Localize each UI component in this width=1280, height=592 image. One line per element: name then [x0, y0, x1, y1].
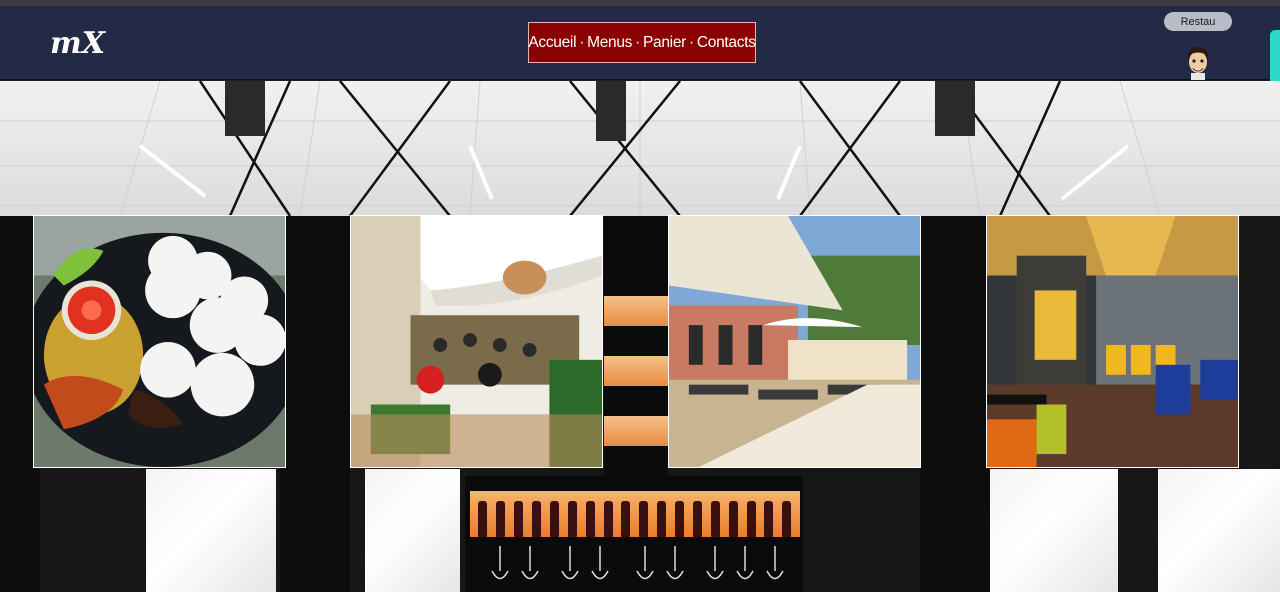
wine-glasses [491, 546, 784, 580]
restaurant-terrace-photo[interactable] [350, 215, 603, 468]
site-logo[interactable]: mX [48, 23, 112, 63]
bottle-row [470, 491, 800, 537]
nav-home-link[interactable]: Accueil [528, 34, 576, 52]
outdoor-patio-photo[interactable] [668, 215, 921, 468]
user-avatar-icon[interactable] [1183, 44, 1213, 80]
lit-shelf [604, 416, 668, 446]
nav-separator: · [689, 33, 694, 51]
pillar [920, 216, 990, 592]
ceiling-backdrop [0, 81, 1280, 217]
marble-panel [365, 469, 460, 592]
nav-separator: · [579, 33, 585, 51]
restaurant-interior-photo[interactable] [986, 215, 1239, 468]
marble-panel [1158, 469, 1280, 592]
pillar [280, 216, 350, 592]
lit-shelf [604, 296, 668, 326]
marble-panel [146, 469, 276, 592]
svg-text:mX: mX [50, 26, 107, 61]
nav-cart-link[interactable]: Panier [643, 34, 686, 52]
marble-panel [990, 469, 1118, 592]
nav-menus-link[interactable]: Menus [587, 34, 632, 52]
nav-separator: · [635, 33, 640, 51]
nav-contacts-link[interactable]: Contacts [697, 34, 756, 52]
food-plate-photo[interactable] [33, 215, 286, 468]
site-header: mX Accueil · Menus · Panier · Contacts R… [0, 6, 1280, 80]
lit-shelf [604, 356, 668, 386]
restau-badge[interactable]: Restau [1164, 12, 1232, 31]
main-nav: Accueil · Menus · Panier · Contacts [528, 22, 756, 63]
